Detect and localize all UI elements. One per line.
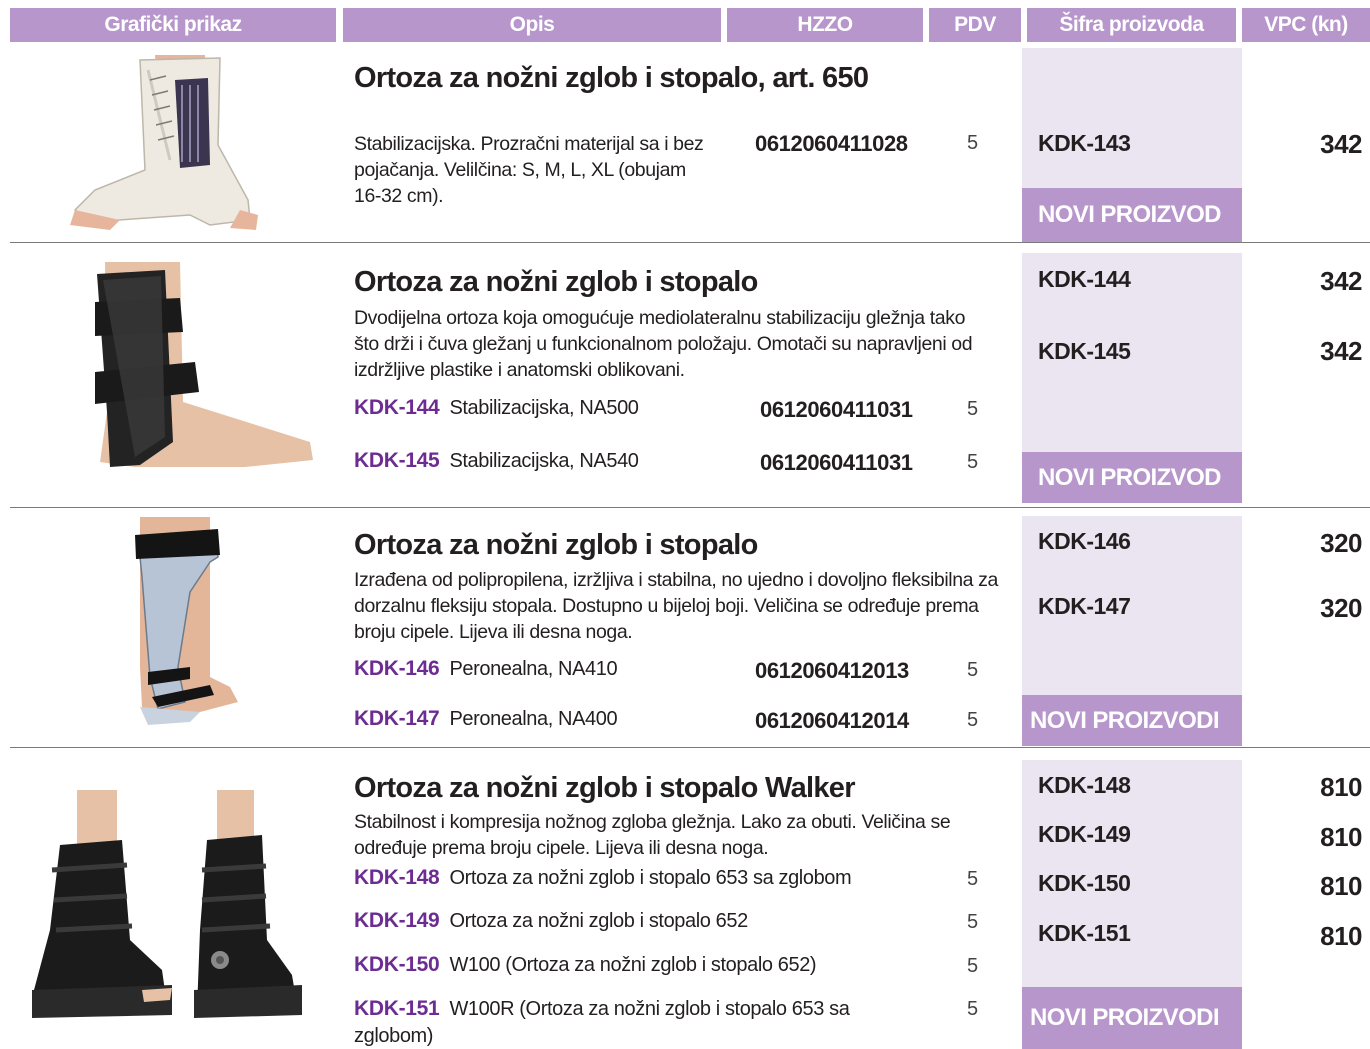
product-price: 342 xyxy=(1320,336,1362,366)
variant-code: KDK-151 xyxy=(354,997,440,1020)
hzzo-code: 0612060412013 xyxy=(755,658,909,683)
pdv-value: 5 xyxy=(967,659,979,681)
variant-row: KDK-151 W100R (Ortoza za nožni zglob i st… xyxy=(354,997,850,1021)
new-product-badge: NOVI PROIZVOD xyxy=(1022,188,1242,242)
product-title: Ortoza za nožni zglob i stopalo xyxy=(354,266,758,298)
header-image: Grafički prikaz xyxy=(10,8,336,42)
product-code: KDK-149 xyxy=(1038,821,1131,847)
product-price: 810 xyxy=(1320,871,1362,901)
variant-label: Ortoza za nožni zglob i stopalo 652 xyxy=(449,910,748,932)
product-description: Stabilnost i kompresija nožnog zgloba gl… xyxy=(354,811,951,859)
variant-label: W100 (Ortoza za nožni zglob i stopalo 65… xyxy=(449,954,817,976)
hzzo-code: 0612060411031 xyxy=(760,397,913,422)
variant-code: KDK-144 xyxy=(354,396,440,419)
product-title: Ortoza za nožni zglob i stopalo Walker xyxy=(354,772,856,804)
product-title: Ortoza za nožni zglob i stopalo xyxy=(354,529,758,561)
product-code: KDK-143 xyxy=(1038,130,1131,156)
header-code: Šifra proizvoda xyxy=(1027,8,1236,42)
hzzo-code: 0612060411028 xyxy=(755,131,908,156)
variant-row: KDK-144 Stabilizacijska, NA500 xyxy=(354,396,639,420)
header-hzzo: HZZO xyxy=(727,8,923,42)
product-price: 810 xyxy=(1320,822,1362,852)
variant-row: KDK-149 Ortoza za nožni zglob i stopalo 6… xyxy=(354,909,748,933)
variant-label: Ortoza za nožni zglob i stopalo 653 sa z… xyxy=(449,867,852,889)
header-price: VPC (kn) xyxy=(1242,8,1370,42)
pdv-value: 5 xyxy=(967,709,979,731)
product-price: 342 xyxy=(1320,129,1362,159)
product-code: KDK-146 xyxy=(1038,528,1131,554)
peroneal-brace-image xyxy=(135,517,238,725)
product-price: 342 xyxy=(1320,266,1362,296)
new-product-badge: NOVI PROIZVODI xyxy=(1022,987,1242,1049)
variant-label: Stabilizacijska, NA540 xyxy=(449,450,639,472)
product-price: 810 xyxy=(1320,772,1362,802)
variant-code: KDK-150 xyxy=(354,953,440,976)
header-pdv: PDV xyxy=(929,8,1021,42)
row-separator xyxy=(10,242,1370,243)
product-price: 320 xyxy=(1320,528,1362,558)
variant-code: KDK-145 xyxy=(354,449,440,472)
header-desc: Opis xyxy=(343,8,721,42)
new-product-badge: NOVI PROIZVOD xyxy=(1022,452,1242,503)
ankle-brace-laced-image xyxy=(70,55,258,230)
product-title: Ortoza za nožni zglob i stopalo, art. 65… xyxy=(354,62,869,94)
product-code: KDK-144 xyxy=(1038,266,1131,292)
product-description: Izrađena od polipropilena, izržljiva i s… xyxy=(354,569,998,643)
variant-code: KDK-149 xyxy=(354,909,440,932)
product-code: KDK-150 xyxy=(1038,870,1131,896)
pdv-value: 5 xyxy=(967,998,979,1020)
new-product-badge: NOVI PROIZVODI xyxy=(1022,695,1242,746)
row-separator xyxy=(10,507,1370,508)
pdv-value: 5 xyxy=(967,955,979,977)
pdv-value: 5 xyxy=(967,132,979,154)
row-separator xyxy=(10,747,1370,748)
ankle-brace-stirrup-image xyxy=(95,262,313,467)
variant-row: KDK-146 Peronealna, NA410 xyxy=(354,657,618,681)
variant-label: Peronealna, NA400 xyxy=(449,708,618,730)
walker-boots-image xyxy=(32,790,302,1018)
pdv-value: 5 xyxy=(967,911,979,933)
variant-row: KDK-148 Ortoza za nožni zglob i stopalo 6… xyxy=(354,866,852,890)
variant-row: KDK-147 Peronealna, NA400 xyxy=(354,707,618,731)
product-price: 810 xyxy=(1320,921,1362,951)
pdv-value: 5 xyxy=(967,398,979,420)
variant-code: KDK-146 xyxy=(354,657,440,680)
product-description: Stabilizacijska. Prozračni materijal sa … xyxy=(354,133,704,207)
product-code: KDK-145 xyxy=(1038,338,1131,364)
variant-code: KDK-148 xyxy=(354,866,440,889)
product-price: 320 xyxy=(1320,593,1362,623)
variant-row: KDK-150 W100 (Ortoza za nožni zglob i sto… xyxy=(354,953,817,977)
variant-label: Stabilizacijska, NA500 xyxy=(449,397,639,419)
variant-row: KDK-145 Stabilizacijska, NA540 xyxy=(354,449,639,473)
product-code: KDK-151 xyxy=(1038,920,1131,946)
variant-code: KDK-147 xyxy=(354,707,440,730)
pdv-value: 5 xyxy=(967,868,979,890)
product-code: KDK-147 xyxy=(1038,593,1131,619)
pdv-value: 5 xyxy=(967,451,979,473)
product-code: KDK-148 xyxy=(1038,772,1131,798)
variant-label-continued: zglobom) xyxy=(354,1025,434,1047)
hzzo-code: 0612060411031 xyxy=(760,450,913,475)
hzzo-code: 0612060412014 xyxy=(755,708,909,733)
variant-label: Peronealna, NA410 xyxy=(449,658,618,680)
variant-label: W100R (Ortoza za nožni zglob i stopalo 6… xyxy=(449,998,850,1020)
product-description: Dvodijelna ortoza koja omogućuje mediola… xyxy=(354,307,973,381)
